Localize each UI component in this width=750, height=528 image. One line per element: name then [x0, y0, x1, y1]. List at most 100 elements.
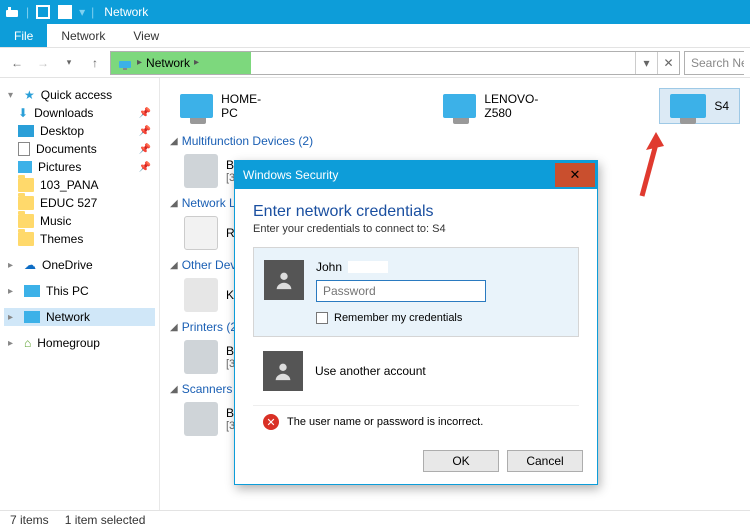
drive-icon: [184, 216, 218, 250]
error-text: The user name or password is incorrect.: [287, 416, 483, 428]
collapse-icon[interactable]: ◢: [170, 136, 178, 147]
expand-icon[interactable]: ▸: [8, 312, 18, 323]
dialog-subtext: Enter your credentials to connect to: S4: [253, 223, 579, 235]
recent-dropdown[interactable]: ▾: [58, 52, 80, 74]
cancel-button[interactable]: Cancel: [507, 450, 583, 472]
sidebar-item-label: This PC: [46, 284, 89, 298]
dialog-title-bar[interactable]: Windows Security ✕: [235, 161, 597, 189]
remember-checkbox[interactable]: Remember my credentials: [316, 312, 568, 324]
error-icon: ✕: [263, 414, 279, 430]
pictures-icon: [18, 161, 32, 173]
forward-button[interactable]: →: [32, 52, 54, 74]
sidebar-homegroup[interactable]: ▸⌂Homegroup: [4, 334, 155, 352]
user-avatar-icon: [263, 351, 303, 391]
sidebar-item-label: Themes: [40, 232, 83, 246]
computer-icon: [670, 94, 706, 118]
separator-icon: |: [91, 5, 94, 19]
sidebar-item-label: Quick access: [41, 88, 112, 102]
expand-icon[interactable]: ▸: [8, 260, 18, 271]
stop-button[interactable]: ✕: [657, 52, 679, 74]
app-icon: [4, 4, 20, 20]
checkbox-icon[interactable]: [316, 312, 328, 324]
pin-icon: 📌: [139, 144, 151, 155]
pc-icon: [24, 285, 40, 297]
back-button[interactable]: ←: [6, 52, 28, 74]
device-icon: [184, 278, 218, 312]
folder-icon: [18, 232, 34, 246]
expand-icon[interactable]: ▾: [8, 90, 18, 101]
category-label: Printers (2: [182, 320, 237, 334]
sidebar-item-downloads[interactable]: ⬇Downloads📌: [4, 104, 155, 122]
sidebar-item-label: 103_PANA: [40, 178, 98, 192]
credentials-entry: John Remember my credentials: [253, 247, 579, 337]
window-title-bar: | ▾ | Network: [0, 0, 750, 24]
tab-network[interactable]: Network: [47, 24, 119, 47]
dialog-heading: Enter network credentials: [253, 203, 579, 221]
computer-item[interactable]: LENOVO-Z580: [433, 88, 569, 124]
navigation-pane: ▾ ★ Quick access ⬇Downloads📌 Desktop 📌 Do…: [0, 78, 160, 510]
printer-icon: [184, 154, 218, 188]
sidebar-item-label: Pictures: [38, 160, 81, 174]
desktop-icon: [18, 125, 34, 137]
separator-icon: |: [26, 5, 29, 19]
tab-file[interactable]: File: [0, 24, 47, 47]
close-button[interactable]: ✕: [555, 163, 595, 187]
sidebar-network[interactable]: ▸Network: [4, 308, 155, 326]
sidebar-quick-access[interactable]: ▾ ★ Quick access: [4, 86, 155, 104]
credentials-dialog: Windows Security ✕ Enter network credent…: [234, 160, 598, 485]
cloud-icon: ☁: [24, 258, 36, 272]
computer-item[interactable]: HOME-PC: [170, 88, 283, 124]
network-icon: [24, 311, 40, 323]
collapse-icon[interactable]: ◢: [170, 198, 178, 209]
sidebar-onedrive[interactable]: ▸☁OneDrive: [4, 256, 155, 274]
sidebar-item-label: Desktop: [40, 124, 84, 138]
sidebar-this-pc[interactable]: ▸ This PC: [4, 282, 155, 300]
collapse-icon[interactable]: ◢: [170, 384, 178, 395]
remember-label: Remember my credentials: [334, 312, 462, 324]
status-bar: 7 items 1 item selected: [0, 510, 750, 528]
computer-label: S4: [714, 99, 729, 113]
redaction: [348, 261, 388, 273]
ribbon-tabs: File Network View: [0, 24, 750, 48]
homegroup-icon: ⌂: [24, 336, 31, 350]
qat-save-icon[interactable]: [35, 4, 51, 20]
sidebar-item-themes[interactable]: Themes: [4, 230, 155, 248]
sidebar-item-music[interactable]: Music: [4, 212, 155, 230]
use-another-account[interactable]: Use another account: [253, 337, 579, 405]
breadcrumb-network[interactable]: Network: [146, 56, 190, 70]
collapse-icon[interactable]: ◢: [170, 322, 178, 333]
search-input[interactable]: Search Ne: [684, 51, 744, 75]
chevron-right-icon[interactable]: ▸: [137, 57, 142, 68]
qat-dropdown-icon[interactable]: ▾: [79, 5, 85, 19]
network-icon: [117, 55, 133, 71]
sidebar-item-pictures[interactable]: Pictures 📌: [4, 158, 155, 176]
expand-icon[interactable]: ▸: [8, 286, 18, 297]
computer-label: LENOVO-Z580: [484, 92, 559, 120]
sidebar-item-documents[interactable]: Documents 📌: [4, 140, 155, 158]
pin-icon: 📌: [139, 108, 151, 119]
sidebar-item-educ527[interactable]: EDUC 527: [4, 194, 155, 212]
user-avatar-icon: [264, 260, 304, 300]
pin-icon: 📌: [139, 162, 151, 173]
sidebar-item-desktop[interactable]: Desktop 📌: [4, 122, 155, 140]
sidebar-item-label: Documents: [36, 142, 97, 156]
expand-icon[interactable]: ▸: [8, 338, 18, 349]
tab-view[interactable]: View: [119, 24, 173, 47]
folder-icon: [18, 178, 34, 192]
qat-new-icon[interactable]: [57, 4, 73, 20]
status-selection: 1 item selected: [65, 513, 146, 527]
ok-button[interactable]: OK: [423, 450, 499, 472]
dialog-title: Windows Security: [243, 168, 555, 182]
error-message: ✕ The user name or password is incorrect…: [253, 405, 579, 430]
computer-item-selected[interactable]: S4: [659, 88, 740, 124]
category-multifunction[interactable]: ◢Multifunction Devices (2): [170, 134, 740, 148]
pin-icon: 📌: [139, 126, 151, 137]
downloads-icon: ⬇: [18, 106, 28, 120]
password-input[interactable]: [316, 280, 486, 302]
up-button[interactable]: ↑: [84, 52, 106, 74]
refresh-dropdown[interactable]: ▾: [635, 52, 657, 74]
address-bar[interactable]: ▸ Network ▸ ▾ ✕: [110, 51, 680, 75]
chevron-right-icon[interactable]: ▸: [194, 57, 199, 68]
sidebar-item-103pana[interactable]: 103_PANA: [4, 176, 155, 194]
collapse-icon[interactable]: ◢: [170, 260, 178, 271]
